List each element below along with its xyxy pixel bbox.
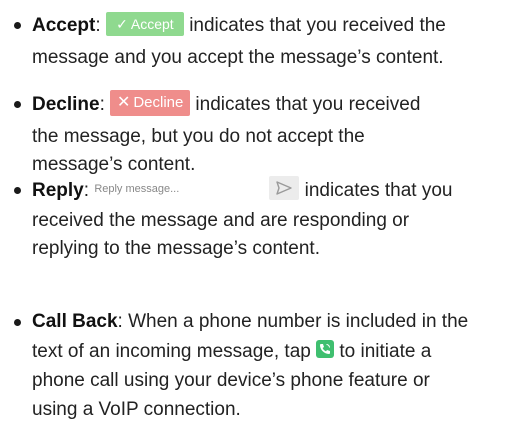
decline-line-1: Decline: ✕ Decline indicates that you rec… (32, 90, 420, 118)
reply-line-2: received the message and are responding … (32, 210, 410, 231)
decline-line-2: the message, but you do not accept the (32, 126, 365, 147)
decline-button[interactable]: ✕ Decline (110, 90, 191, 116)
bullet (14, 187, 21, 194)
term-reply: Reply (32, 180, 84, 201)
phone-icon (320, 343, 331, 354)
reply-message-input[interactable]: Reply message... (94, 177, 269, 201)
call-back-line-1: Call Back: When a phone number is includ… (32, 311, 469, 332)
term-call-back: Call Back (32, 311, 118, 332)
call-back-line-2: text of an incoming message, tap to init… (32, 339, 432, 362)
accept-line-2: message and you accept the message’s con… (32, 47, 444, 68)
bullet (14, 22, 21, 29)
accept-line-1: Accept: ✓ Accept indicates that you recei… (32, 11, 446, 39)
reply-line-1: Reply: Reply message... indicates that y… (32, 175, 452, 204)
send-icon (276, 181, 293, 195)
bullet (14, 101, 21, 108)
check-icon: ✓ (116, 15, 128, 32)
send-button[interactable] (269, 175, 300, 200)
call-back-button[interactable] (316, 339, 335, 358)
accept-button[interactable]: ✓ Accept (105, 11, 184, 36)
x-icon: ✕ (116, 94, 131, 111)
decline-line-3: message’s content. (32, 154, 196, 175)
term-decline: Decline (32, 94, 100, 116)
bullet (14, 319, 21, 326)
reply-line-3: replying to the message’s content. (32, 238, 320, 259)
call-back-line-3: phone call using your device’s phone fea… (32, 370, 430, 391)
term-accept: Accept (32, 15, 96, 36)
call-back-line-4: using a VoIP connection. (32, 399, 241, 420)
